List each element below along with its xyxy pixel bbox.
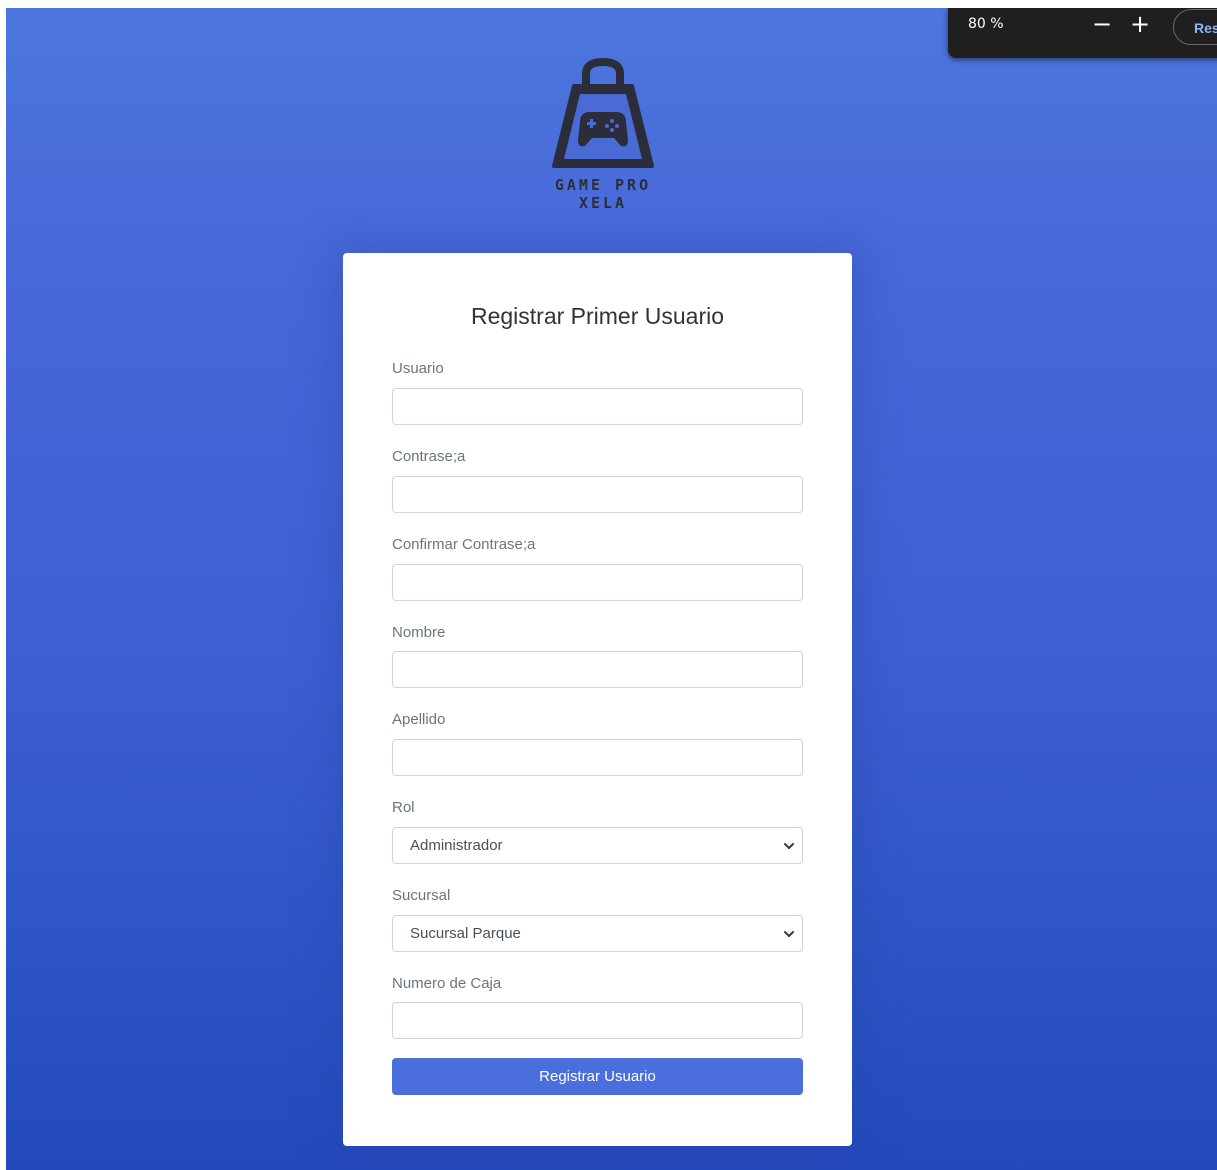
zoom-out-button[interactable]: −: [1090, 12, 1114, 36]
registration-form-card: Registrar Primer Usuario Usuario Contras…: [343, 253, 852, 1146]
register-user-button[interactable]: Registrar Usuario: [392, 1058, 803, 1095]
form-title: Registrar Primer Usuario: [470, 303, 725, 329]
role-select[interactable]: Administrador: [392, 827, 803, 864]
username-input[interactable]: [392, 388, 803, 425]
branch-select[interactable]: Sucursal Parque: [392, 915, 803, 952]
confirm-password-label: Confirmar Contrase;a: [392, 536, 536, 553]
chevron-down-icon: [784, 931, 794, 937]
zoom-popup: 80 % − + Res: [948, 8, 1217, 58]
password-input[interactable]: [392, 476, 803, 513]
last-name-label: Apellido: [392, 711, 446, 728]
zoom-level: 80 %: [968, 16, 1004, 32]
chevron-down-icon: [784, 843, 794, 849]
branch-label: Sucursal: [392, 887, 451, 904]
page-background: GAME PRO XELA Registrar Primer Usuario U…: [6, 8, 1217, 1170]
brand-logo: GAME PRO XELA: [528, 58, 678, 212]
role-selected-value: Administrador: [410, 837, 503, 854]
zoom-in-button[interactable]: +: [1128, 12, 1152, 36]
first-name-label: Nombre: [392, 624, 446, 641]
register-number-label: Numero de Caja: [392, 975, 502, 992]
branch-selected-value: Sucursal Parque: [410, 925, 521, 942]
username-label: Usuario: [392, 360, 444, 377]
brand-name: GAME PRO XELA: [554, 176, 652, 212]
shopping-bag-gamepad-icon: [552, 58, 654, 168]
register-number-input[interactable]: [392, 1002, 803, 1039]
confirm-password-input[interactable]: [392, 564, 803, 601]
first-name-input[interactable]: [392, 651, 803, 688]
last-name-input[interactable]: [392, 739, 803, 776]
password-label: Contrase;a: [392, 448, 466, 465]
zoom-reset-button[interactable]: Res: [1173, 9, 1217, 45]
role-label: Rol: [392, 799, 415, 816]
